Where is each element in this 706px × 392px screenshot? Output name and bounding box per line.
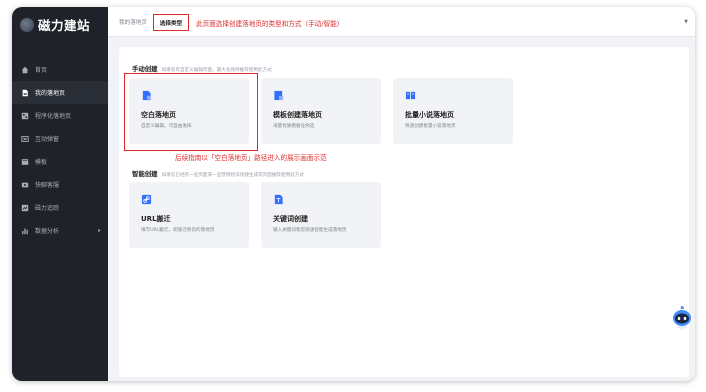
sidebar-item-my-landing-pages[interactable]: 我的落地页 [12, 81, 108, 104]
sidebar-item-label: 我的落地页 [35, 90, 66, 97]
card-title: URL搬迁 [141, 215, 171, 223]
chat-icon [21, 181, 29, 189]
section-manual-title: 手动创建 [132, 65, 158, 73]
card-desc: 输入关键词帮您快速智能生成落地页 [273, 228, 347, 233]
sidebar-item-label: 磁力追踪 [35, 205, 60, 212]
sidebar-nav: 首页 我的落地页 程序化落地页 互动弹窗 模板 快聊客服 磁力追踪 数据分析 ▸ [12, 58, 108, 242]
logo-icon [20, 17, 34, 32]
chevron-right-icon: ▸ [97, 227, 101, 234]
annotation-top: 此页面选择创建落地页的类型和方式（手动/智能） [196, 20, 344, 28]
template-page-icon [274, 90, 284, 101]
section-smart-header: 智能创建 如果您已经有一些页面或一些营销想法快捷生成或页面推荐使用此方式 [132, 169, 304, 178]
bar-chart-icon [21, 227, 29, 235]
novel-page-icon [405, 91, 416, 100]
card-url-migration[interactable]: URL搬迁 填写URL搬迁，即速迁移您的落地页 [129, 182, 249, 248]
section-manual-header: 手动创建 如果您有自定义编辑页面，最大化保持推荐使用此方式 [132, 64, 272, 73]
popup-icon [21, 135, 29, 143]
breadcrumb-parent[interactable]: 我的落地页 [119, 18, 147, 26]
section-smart-title: 智能创建 [132, 170, 158, 178]
sidebar-item-label: 首页 [35, 67, 48, 74]
card-novel-page[interactable]: 批量小说落地页 快速创建批量小说落地页 [393, 78, 513, 144]
sidebar-item-label: 模板 [35, 159, 48, 166]
highlight-box-blank-page [124, 73, 258, 151]
chevron-down-icon[interactable]: ▼ [684, 19, 688, 25]
sidebar-item-tracking[interactable]: 磁力追踪 [12, 196, 108, 219]
sidebar-item-label: 程序化落地页 [35, 113, 72, 120]
sidebar-item-chat[interactable]: 快聊客服 [12, 173, 108, 196]
tracking-icon [21, 204, 29, 212]
sidebar-item-label: 互动弹窗 [35, 136, 60, 143]
sidebar-item-label: 快聊客服 [35, 182, 60, 189]
card-desc: 海量优质模板任你选 [273, 124, 315, 129]
logo-text: 磁力建站 [38, 18, 91, 33]
grid-icon [21, 112, 29, 120]
card-title: 模板创建落地页 [273, 111, 322, 119]
logo[interactable]: 磁力建站 [20, 15, 90, 34]
sidebar-item-home[interactable]: 首页 [12, 58, 108, 81]
card-template-page[interactable]: 模板创建落地页 海量优质模板任你选 [261, 78, 381, 144]
card-desc: 填写URL搬迁，即速迁移您的落地页 [141, 228, 215, 233]
link-icon [141, 194, 152, 205]
robot-assistant-icon[interactable] [671, 305, 693, 335]
keyword-icon [274, 194, 283, 205]
sidebar-item-templates[interactable]: 模板 [12, 150, 108, 173]
document-icon [21, 89, 29, 97]
card-keyword-create[interactable]: 关键词创建 输入关键词帮您快速智能生成落地页 [261, 182, 381, 248]
sidebar-item-label: 数据分析 [35, 228, 60, 235]
annotation-guide: 后续指南以「空白落地页」路径进入的展示画面示范 [175, 154, 327, 162]
home-icon [21, 66, 29, 74]
card-desc: 快速创建批量小说落地页 [405, 124, 456, 129]
sidebar-item-popup[interactable]: 互动弹窗 [12, 127, 108, 150]
sidebar-item-analytics[interactable]: 数据分析 ▸ [12, 219, 108, 242]
section-smart-desc: 如果您已经有一些页面或一些营销想法快捷生成或页面推荐使用此方式 [161, 173, 304, 178]
breadcrumb-current: 选择类型 [153, 14, 189, 31]
topbar: 我的落地页 选择类型 此页面选择创建落地页的类型和方式（手动/智能） ▼ [108, 7, 695, 37]
card-title: 批量小说落地页 [405, 111, 454, 119]
card-title: 关键词创建 [273, 215, 308, 223]
sidebar-item-programmatic[interactable]: 程序化落地页 [12, 104, 108, 127]
sidebar: 磁力建站 首页 我的落地页 程序化落地页 互动弹窗 模板 快聊客服 磁力追踪 数… [12, 7, 108, 381]
template-icon [21, 158, 29, 166]
